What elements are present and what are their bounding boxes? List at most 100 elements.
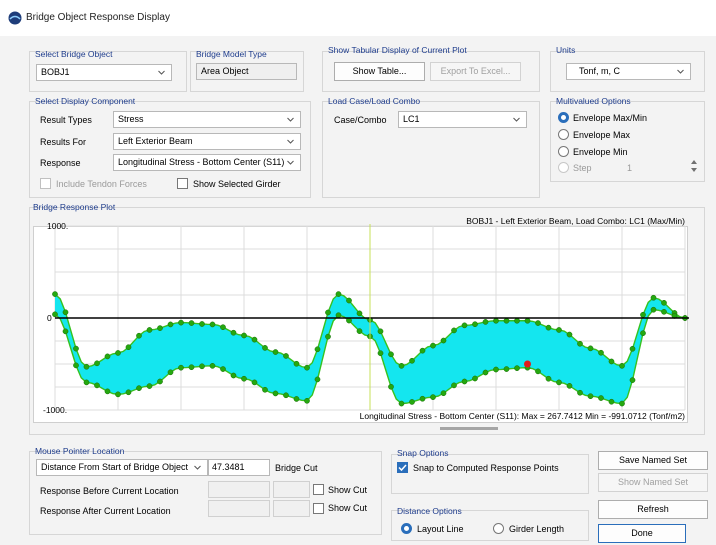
max-point: [125, 344, 132, 351]
case-combo-combo[interactable]: LC1: [398, 111, 527, 128]
min-point: [619, 400, 625, 407]
distance-value-field[interactable]: 47.3481: [208, 459, 270, 476]
max-point: [398, 362, 405, 369]
min-point: [608, 398, 615, 405]
response-after-field-1[interactable]: [208, 500, 270, 517]
max-point: [608, 358, 615, 365]
max-point: [598, 349, 604, 356]
max-point: [209, 321, 216, 328]
check-icon: [398, 464, 407, 472]
envelope-max-radio[interactable]: [558, 129, 569, 140]
units-combo[interactable]: Tonf, m, C: [566, 63, 691, 80]
plot-scrollbar[interactable]: [440, 427, 498, 430]
max-point: [178, 319, 184, 326]
show-named-set-button[interactable]: Show Named Set: [598, 473, 708, 492]
max-point: [314, 346, 321, 353]
response-label: Response: [40, 158, 81, 168]
envelope-maxmin-radio[interactable]: [558, 112, 569, 123]
y-tick-neg1000: -1000.: [43, 405, 67, 415]
min-point: [62, 328, 69, 335]
max-point: [83, 363, 90, 370]
min-point: [398, 400, 405, 407]
envelope-min-radio[interactable]: [558, 146, 569, 157]
min-point: [220, 366, 226, 372]
window-title: Bridge Object Response Display: [26, 12, 170, 23]
min-point: [104, 388, 111, 395]
y-tick-1000: 1000.: [47, 221, 68, 231]
max-point: [377, 328, 384, 335]
app-icon: [8, 11, 22, 25]
max-point: [577, 340, 583, 347]
step-spinner[interactable]: [689, 157, 699, 175]
response-before-field-2[interactable]: [273, 481, 310, 498]
min-point: [577, 389, 583, 396]
min-point: [262, 386, 268, 393]
step-radio[interactable]: [558, 162, 569, 173]
distance-options-label: Distance Options: [397, 506, 462, 516]
max-point: [493, 317, 499, 324]
distance-from-combo[interactable]: Distance From Start of Bridge Object: [36, 459, 208, 476]
max-point: [94, 360, 100, 367]
response-combo[interactable]: Longitudinal Stress - Bottom Center (S11…: [113, 154, 301, 171]
min-point: [325, 333, 331, 340]
max-point: [62, 309, 69, 316]
response-after-field-2[interactable]: [273, 500, 310, 517]
bridge-object-combo[interactable]: BOBJ1: [36, 64, 172, 81]
plot-footer: Longitudinal Stress - Bottom Center (S11…: [360, 411, 686, 421]
results-for-combo[interactable]: Left Exterior Beam: [113, 133, 301, 150]
max-point: [472, 321, 478, 328]
max-point: [440, 337, 447, 344]
max-point: [430, 342, 436, 349]
min-point: [388, 383, 394, 390]
response-before-field-1[interactable]: [208, 481, 270, 498]
min-point: [283, 392, 289, 399]
min-point: [178, 364, 184, 371]
units-value: Tonf, m, C: [579, 66, 621, 76]
include-tendon-checkbox[interactable]: [40, 178, 51, 189]
layout-line-radio[interactable]: [401, 523, 412, 534]
case-combo-label: Case/Combo: [334, 115, 387, 125]
snap-checkbox[interactable]: [397, 462, 408, 473]
save-named-set-button[interactable]: Save Named Set: [598, 451, 708, 470]
load-case-label: Load Case/Load Combo: [328, 96, 421, 106]
min-point: [115, 391, 121, 398]
show-selected-girder-label: Show Selected Girder: [193, 179, 281, 189]
max-point: [325, 309, 331, 316]
min-point: [598, 395, 604, 401]
snap-label: Snap to Computed Response Points: [413, 463, 559, 473]
max-point: [52, 291, 58, 297]
show-cut-before-checkbox[interactable]: [313, 484, 324, 495]
min-point: [566, 383, 573, 389]
min-point: [293, 396, 300, 402]
min-point: [493, 366, 499, 373]
girder-length-radio[interactable]: [493, 523, 504, 534]
show-selected-girder-checkbox[interactable]: [177, 178, 188, 189]
max-point: [514, 317, 520, 324]
tabular-display-label: Show Tabular Display of Current Plot: [328, 45, 467, 55]
refresh-button[interactable]: Refresh: [598, 500, 708, 519]
show-table-button[interactable]: Show Table...: [334, 62, 425, 81]
min-point: [83, 379, 90, 386]
response-chart[interactable]: 1000. 0 -1000. BOBJ1 - Left Exterior Bea…: [33, 212, 693, 427]
show-cut-after-checkbox[interactable]: [313, 503, 324, 514]
done-button[interactable]: Done: [598, 524, 686, 543]
snap-options-label: Snap Options: [397, 448, 449, 458]
min-point: [650, 306, 657, 313]
min-point: [199, 363, 205, 370]
export-excel-button[interactable]: Export To Excel...: [430, 62, 521, 81]
result-types-combo[interactable]: Stress: [113, 111, 301, 128]
max-point: [388, 351, 394, 358]
min-point: [440, 390, 447, 397]
min-point: [136, 385, 142, 391]
max-point: [293, 360, 300, 367]
min-point: [472, 375, 478, 382]
max-point: [146, 327, 153, 333]
min-point: [503, 366, 510, 372]
max-point: [335, 291, 342, 297]
result-types-label: Result Types: [40, 115, 92, 125]
max-point: [241, 332, 247, 339]
max-point: [524, 317, 531, 324]
step-label: Step: [573, 163, 592, 173]
max-point: [566, 331, 573, 338]
max-point: [503, 317, 510, 324]
